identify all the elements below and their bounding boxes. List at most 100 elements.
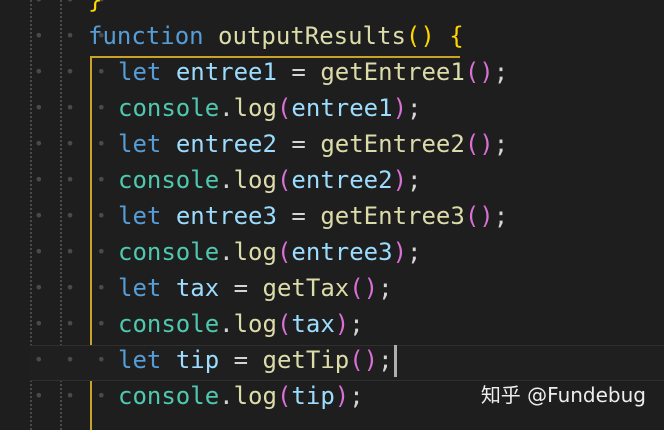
code-token: ; <box>407 166 422 194</box>
whitespace-markers: • • • <box>34 278 113 297</box>
code-token: ; <box>378 346 393 374</box>
text-cursor <box>393 345 397 377</box>
code-token: ) <box>392 166 408 194</box>
code-token: () <box>464 202 494 230</box>
code-token: . <box>219 166 234 194</box>
code-token: entree2 <box>175 130 277 158</box>
code-token: getTip <box>262 346 350 374</box>
whitespace-markers: • • • <box>34 134 113 153</box>
code-text: console.log(tax); <box>118 306 364 342</box>
code-token: ; <box>407 238 422 266</box>
code-token: function <box>88 22 204 50</box>
code-token: ) <box>392 238 408 266</box>
code-token: let <box>118 274 162 302</box>
code-token: getEntree2 <box>320 130 465 158</box>
code-token: let <box>118 346 162 374</box>
code-text: let entree2 = getEntree2(); <box>118 126 508 162</box>
code-token: = <box>276 130 321 158</box>
code-token: = <box>219 346 263 374</box>
code-text: console.log(tip); <box>118 378 364 414</box>
code-token: } <box>88 0 103 14</box>
code-token: . <box>219 382 234 410</box>
code-token: console <box>118 238 220 266</box>
code-text: console.log(entree2); <box>118 162 421 198</box>
code-token: outputResults <box>218 22 406 50</box>
code-token: = <box>276 202 321 230</box>
whitespace-markers: • • • <box>34 206 113 225</box>
code-token: ) <box>392 94 408 122</box>
code-text: let entree3 = getEntree3(); <box>118 198 508 234</box>
code-token: getTax <box>262 274 350 302</box>
code-token: log <box>233 94 277 122</box>
code-token: = <box>276 58 321 86</box>
code-token: () <box>349 274 379 302</box>
code-token: () <box>464 58 494 86</box>
code-token: console <box>118 166 220 194</box>
code-token: console <box>118 310 220 338</box>
code-token: ; <box>378 274 393 302</box>
code-token: entree3 <box>291 238 393 266</box>
code-token: tax <box>175 274 220 302</box>
code-token: log <box>233 238 277 266</box>
code-token: console <box>118 382 220 410</box>
code-token: = <box>219 274 263 302</box>
code-token: getEntree1 <box>320 58 465 86</box>
watermark: 知乎 @Fundebug <box>480 383 646 407</box>
whitespace-markers: • • • <box>34 98 113 117</box>
code-token: ; <box>493 130 509 158</box>
code-text: console.log(entree1); <box>118 90 421 126</box>
code-token: . <box>219 310 234 338</box>
code-token: () <box>349 346 379 374</box>
code-token: { <box>449 22 464 50</box>
code-token: tip <box>291 382 335 410</box>
code-token: entree1 <box>175 58 277 86</box>
code-token: log <box>233 382 277 410</box>
whitespace-markers: • • • <box>34 242 113 261</box>
code-token: ) <box>334 310 350 338</box>
code-token: ; <box>493 202 509 230</box>
code-token: log <box>233 310 277 338</box>
code-token: ) <box>334 382 350 410</box>
code-token: ( <box>276 166 292 194</box>
code-token: ; <box>493 58 509 86</box>
code-token: console <box>118 94 220 122</box>
code-token: ( <box>276 94 292 122</box>
whitespace-markers: • • • <box>34 314 113 333</box>
code-token: ( <box>276 382 292 410</box>
code-token: let <box>118 202 162 230</box>
code-token: entree2 <box>291 166 393 194</box>
code-token: log <box>233 166 277 194</box>
code-token: ; <box>349 382 364 410</box>
whitespace-markers: • • • <box>34 170 113 189</box>
code-token: . <box>219 238 234 266</box>
code-token: . <box>219 94 234 122</box>
code-token: () <box>464 130 494 158</box>
code-text: let tip = getTip(); <box>118 342 397 378</box>
code-text: let entree1 = getEntree1(); <box>118 54 508 90</box>
code-token: entree3 <box>175 202 277 230</box>
whitespace-markers: • • • <box>34 62 113 81</box>
code-editor[interactable]: • • •}• • •function outputResults() {• •… <box>0 0 664 430</box>
code-token: getEntree3 <box>320 202 465 230</box>
code-text: function outputResults() { <box>88 18 464 54</box>
code-text: let tax = getTax(); <box>118 270 393 306</box>
code-token: tax <box>291 310 335 338</box>
code-token: ( <box>276 238 292 266</box>
code-token: let <box>118 58 162 86</box>
code-token: () <box>405 22 435 50</box>
code-token: tip <box>175 346 220 374</box>
whitespace-markers: • • • <box>34 350 113 369</box>
code-text: } <box>88 0 102 18</box>
code-token: entree1 <box>291 94 393 122</box>
code-token: ; <box>349 310 364 338</box>
whitespace-markers: • • • <box>34 386 113 405</box>
code-token: ; <box>407 94 422 122</box>
code-token: ( <box>276 310 292 338</box>
